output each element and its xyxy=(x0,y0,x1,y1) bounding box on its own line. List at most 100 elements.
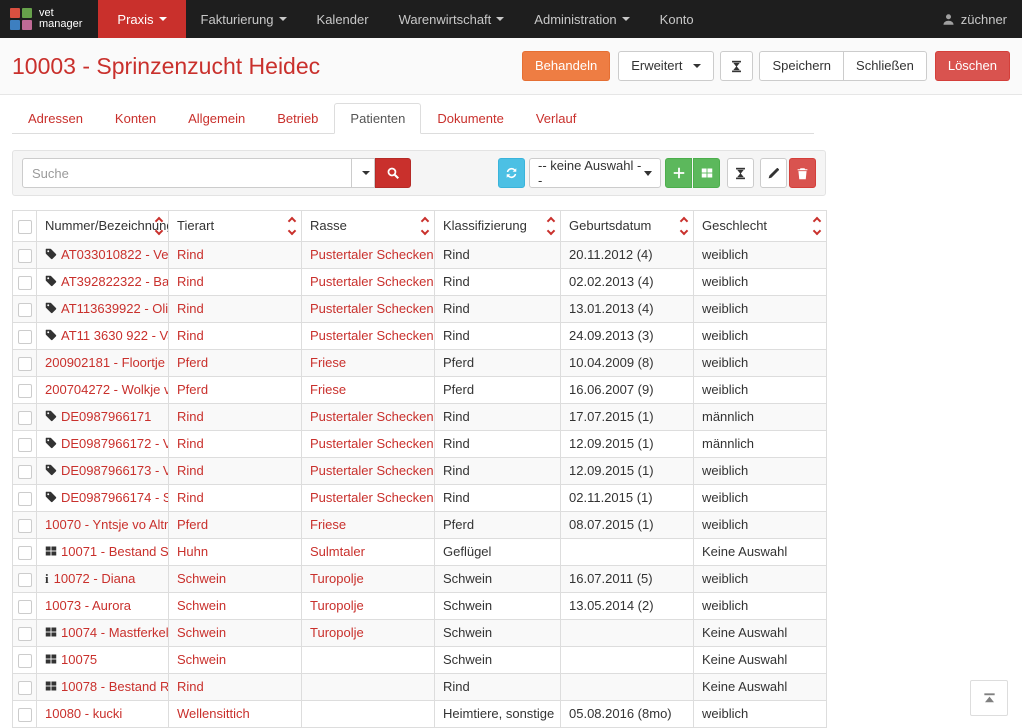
row-checkbox[interactable] xyxy=(18,411,32,425)
hourglass-button-toolbar[interactable] xyxy=(727,158,754,188)
column-header-1[interactable]: Tierart xyxy=(169,211,302,242)
column-header-5[interactable]: Geschlecht xyxy=(694,211,827,242)
patient-number-link[interactable]: DE0987966174 - Sc... xyxy=(61,490,169,505)
rasse-link[interactable]: Turopolje xyxy=(310,598,364,613)
column-header-4[interactable]: Geburtsdatum xyxy=(561,211,694,242)
patient-number-link[interactable]: 10071 - Bestand Sul... xyxy=(61,544,169,559)
rasse-link[interactable]: Turopolje xyxy=(310,625,364,640)
behandeln-button[interactable]: Behandeln xyxy=(522,51,610,81)
row-checkbox[interactable] xyxy=(18,384,32,398)
tab-allgemein[interactable]: Allgemein xyxy=(172,103,261,134)
tierart-link[interactable]: Huhn xyxy=(177,544,208,559)
rasse-link[interactable]: Pustertaler Schecken xyxy=(310,301,434,316)
column-header-3[interactable]: Klassifizierung xyxy=(435,211,561,242)
tab-adressen[interactable]: Adressen xyxy=(12,103,99,134)
patient-number-link[interactable]: 200704272 - Wolkje va... xyxy=(45,382,169,397)
tierart-link[interactable]: Wellensittich xyxy=(177,706,250,721)
tab-betrieb[interactable]: Betrieb xyxy=(261,103,334,134)
tierart-link[interactable]: Rind xyxy=(177,490,204,505)
rasse-link[interactable]: Pustertaler Schecken xyxy=(310,409,434,424)
tierart-link[interactable]: Rind xyxy=(177,409,204,424)
row-checkbox[interactable] xyxy=(18,357,32,371)
scroll-top-button[interactable] xyxy=(970,680,1008,716)
tierart-link[interactable]: Schwein xyxy=(177,625,226,640)
tierart-link[interactable]: Rind xyxy=(177,301,204,316)
tierart-link[interactable]: Pferd xyxy=(177,355,208,370)
sort-chevrons[interactable] xyxy=(548,218,554,234)
delete-button[interactable] xyxy=(789,158,816,188)
sort-chevrons[interactable] xyxy=(422,218,428,234)
patient-number-link[interactable]: DE0987966171 xyxy=(61,409,151,424)
sort-chevrons[interactable] xyxy=(814,218,820,234)
user-menu[interactable]: züchner xyxy=(927,0,1022,38)
search-input[interactable] xyxy=(22,158,352,188)
row-checkbox[interactable] xyxy=(18,627,32,641)
erweitert-dropdown-button[interactable]: Erweitert xyxy=(618,51,714,81)
row-checkbox[interactable] xyxy=(18,465,32,479)
row-checkbox[interactable] xyxy=(18,249,32,263)
tierart-link[interactable]: Schwein xyxy=(177,652,226,667)
nav-item-konto[interactable]: Konto xyxy=(645,0,709,38)
rasse-link[interactable]: Pustertaler Schecken xyxy=(310,247,434,262)
tierart-link[interactable]: Schwein xyxy=(177,571,226,586)
tierart-link[interactable]: Rind xyxy=(177,274,204,289)
hourglass-button[interactable] xyxy=(720,51,753,81)
row-checkbox[interactable] xyxy=(18,330,32,344)
row-checkbox[interactable] xyxy=(18,492,32,506)
tierart-link[interactable]: Pferd xyxy=(177,382,208,397)
column-header-2[interactable]: Rasse xyxy=(302,211,435,242)
refresh-button[interactable] xyxy=(498,158,525,188)
rasse-link[interactable]: Friese xyxy=(310,382,346,397)
patient-number-link[interactable]: 10072 - Diana xyxy=(54,571,136,586)
tierart-link[interactable]: Rind xyxy=(177,463,204,478)
tab-dokumente[interactable]: Dokumente xyxy=(421,103,519,134)
search-button[interactable] xyxy=(375,158,411,188)
select-all-checkbox[interactable] xyxy=(18,220,32,234)
nav-item-fakturierung[interactable]: Fakturierung xyxy=(186,0,302,38)
column-header-0[interactable]: Nummer/Bezeichnung xyxy=(37,211,169,242)
patient-number-link[interactable]: AT113639922 - Olivia xyxy=(61,301,169,316)
row-checkbox[interactable] xyxy=(18,519,32,533)
patient-number-link[interactable]: 10073 - Aurora xyxy=(45,598,131,613)
tab-verlauf[interactable]: Verlauf xyxy=(520,103,592,134)
rasse-link[interactable]: Sulmtaler xyxy=(310,544,365,559)
rasse-link[interactable]: Pustertaler Schecken xyxy=(310,490,434,505)
row-checkbox[interactable] xyxy=(18,681,32,695)
nav-item-warenwirtschaft[interactable]: Warenwirtschaft xyxy=(384,0,520,38)
patient-number-link[interactable]: AT033010822 - Vera xyxy=(61,247,169,262)
schliessen-button[interactable]: Schließen xyxy=(843,51,927,81)
filter-select[interactable]: -- keine Auswahl -- xyxy=(529,158,661,188)
patient-number-link[interactable]: 10075 xyxy=(61,652,97,667)
patient-number-link[interactable]: 10080 - kucki xyxy=(45,706,122,721)
row-checkbox[interactable] xyxy=(18,573,32,587)
tierart-link[interactable]: Rind xyxy=(177,247,204,262)
tab-patienten[interactable]: Patienten xyxy=(334,103,421,134)
tierart-link[interactable]: Rind xyxy=(177,436,204,451)
tierart-link[interactable]: Pferd xyxy=(177,517,208,532)
nav-item-kalender[interactable]: Kalender xyxy=(302,0,384,38)
tierart-link[interactable]: Schwein xyxy=(177,598,226,613)
rasse-link[interactable]: Pustertaler Schecken xyxy=(310,328,434,343)
nav-item-praxis[interactable]: Praxis xyxy=(98,0,185,38)
tierart-link[interactable]: Rind xyxy=(177,328,204,343)
tierart-link[interactable]: Rind xyxy=(177,679,204,694)
row-checkbox[interactable] xyxy=(18,654,32,668)
rasse-link[interactable]: Pustertaler Schecken xyxy=(310,463,434,478)
sort-chevrons[interactable] xyxy=(681,218,687,234)
patient-number-link[interactable]: AT392822322 - Bambi xyxy=(61,274,169,289)
tab-konten[interactable]: Konten xyxy=(99,103,172,134)
patient-number-link[interactable]: DE0987966173 - Vic... xyxy=(61,463,169,478)
row-checkbox[interactable] xyxy=(18,708,32,722)
patient-number-link[interactable]: AT11 3630 922 - Van... xyxy=(61,328,169,343)
add-group-button[interactable] xyxy=(693,158,720,188)
patient-number-link[interactable]: DE0987966172 - Vic... xyxy=(61,436,169,451)
rasse-link[interactable]: Pustertaler Schecken xyxy=(310,274,434,289)
row-checkbox[interactable] xyxy=(18,303,32,317)
rasse-link[interactable]: Turopolje xyxy=(310,571,364,586)
speichern-button[interactable]: Speichern xyxy=(759,51,844,81)
rasse-link[interactable]: Pustertaler Schecken xyxy=(310,436,434,451)
row-checkbox[interactable] xyxy=(18,438,32,452)
vetmanager-logo[interactable]: vet manager xyxy=(0,0,98,38)
patient-number-link[interactable]: 10070 - Yntsje vo Altm... xyxy=(45,517,169,532)
sort-chevrons[interactable] xyxy=(156,218,162,234)
